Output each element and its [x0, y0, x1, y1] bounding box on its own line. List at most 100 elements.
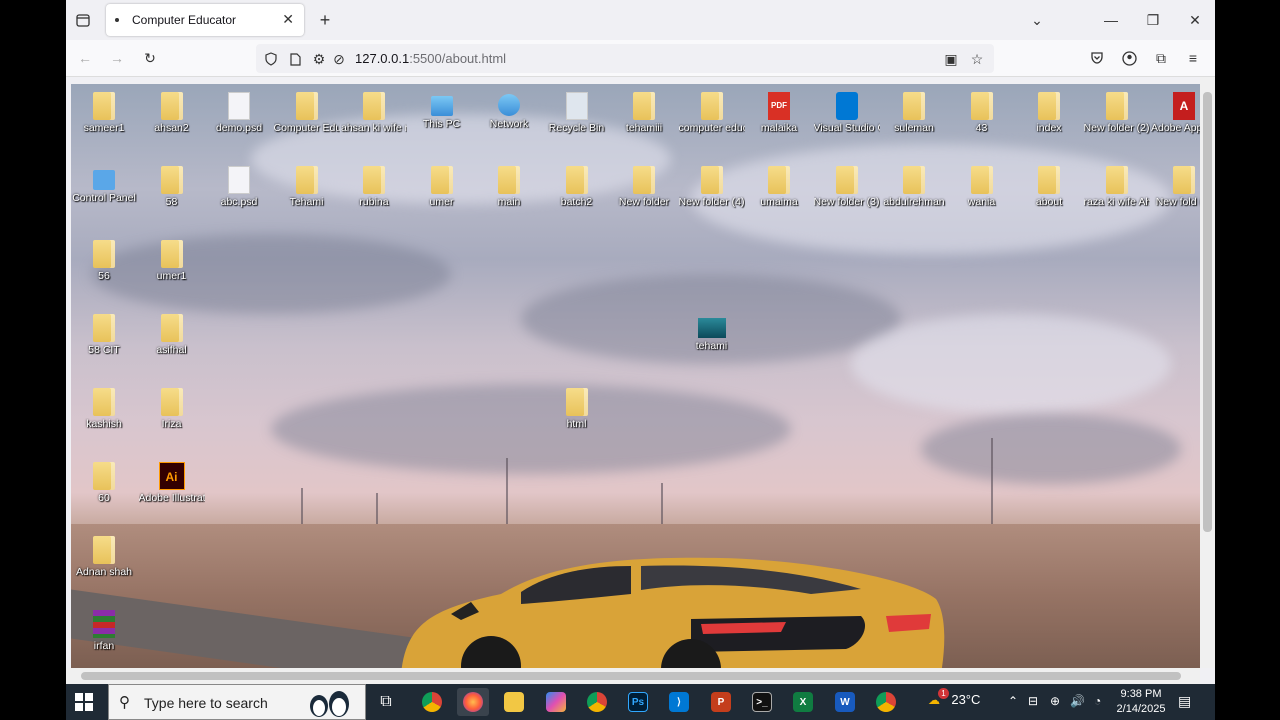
extensions-icon[interactable]: ⧉ — [1152, 49, 1170, 67]
desktop-icon[interactable]: New folder (3) — [814, 158, 880, 224]
desktop-icon[interactable]: sameer1 — [71, 84, 137, 150]
photoshop-icon[interactable]: Ps — [622, 688, 654, 716]
desktop-icon[interactable]: 58 CIT — [71, 306, 137, 372]
desktop-icon[interactable]: New fold (5) — [1151, 158, 1200, 224]
horizontal-scrollbar[interactable] — [66, 668, 1200, 684]
desktop-icon[interactable]: html — [544, 380, 610, 446]
bookmark-star-icon[interactable]: ☆ — [968, 50, 986, 68]
desktop-icon[interactable]: wania — [949, 158, 1015, 224]
desktop-icon[interactable]: computer educator — [679, 84, 745, 150]
windows-start-icon[interactable] — [74, 692, 94, 712]
wifi-icon[interactable]: ◔ — [1094, 694, 1101, 708]
desktop-icon[interactable]: 56 — [71, 232, 137, 298]
clock-date: 2/14/2025 — [1116, 703, 1166, 715]
new-tab-icon[interactable]: + — [316, 10, 334, 30]
desktop-icon[interactable]: asifhal — [139, 306, 205, 372]
chrome-icon[interactable] — [416, 688, 448, 716]
desktop-icon[interactable]: Control Panel — [71, 158, 137, 224]
desktop-icon[interactable]: Visual Studio Code — [814, 84, 880, 150]
desktop-icon[interactable]: tehamiii — [611, 84, 677, 150]
desktop-icon[interactable]: Recycle Bin — [544, 84, 610, 150]
task-view-icon[interactable]: ⧉ — [370, 688, 402, 716]
url-path: :5500/about.html — [409, 51, 507, 66]
desktop-icon[interactable]: about — [1016, 158, 1082, 224]
desktop-icon[interactable]: suleman — [881, 84, 947, 150]
account-icon[interactable] — [1120, 49, 1138, 67]
desktop-icon[interactable]: batch2 — [544, 158, 610, 224]
copilot-icon[interactable] — [540, 688, 572, 716]
volume-icon[interactable]: 🔊 — [1070, 694, 1085, 708]
url-text[interactable]: 127.0.0.1:5500/about.html — [355, 51, 506, 66]
desktop-icon[interactable]: A Adobe Applicati... — [1151, 84, 1200, 150]
close-window-icon[interactable]: ✕ — [1186, 11, 1204, 29]
desktop-icon[interactable]: New folder — [611, 158, 677, 224]
desktop-icon[interactable]: PDF malaika — [746, 84, 812, 150]
notification-center-icon[interactable]: ▤ — [1178, 693, 1191, 710]
tab-computer-educator[interactable]: Computer Educator ✕ — [106, 4, 304, 36]
show-hidden-icons-icon[interactable]: ⌃ — [1008, 694, 1018, 708]
desktop-icon-label: tehamiii — [625, 122, 663, 134]
terminal-icon[interactable]: >_ — [746, 688, 778, 716]
file-explorer-icon[interactable] — [498, 688, 530, 716]
desktop-icon[interactable]: ahsan ki wife raza — [341, 84, 407, 150]
desktop-icon[interactable]: ahsan2 — [139, 84, 205, 150]
desktop-icon[interactable]: demo.psd — [206, 84, 272, 150]
desktop-icon[interactable]: umer1 — [139, 232, 205, 298]
desktop-icon[interactable]: 43 — [949, 84, 1015, 150]
desktop-icon[interactable]: irfan — [71, 602, 137, 668]
back-icon[interactable]: ← — [76, 49, 94, 67]
powerpoint-icon[interactable]: P — [705, 688, 737, 716]
chevron-down-icon[interactable]: ⌄ — [1028, 11, 1046, 29]
vscode-icon[interactable]: ⟩ — [663, 688, 695, 716]
desktop-icon[interactable]: Network — [476, 84, 542, 150]
pocket-icon[interactable] — [1088, 49, 1106, 67]
firefox-icon[interactable] — [457, 688, 489, 716]
word-icon[interactable]: W — [829, 688, 861, 716]
chrome-icon[interactable] — [870, 688, 902, 716]
desktop-icon[interactable]: tehami — [679, 306, 745, 372]
desktop-icon-label: 60 — [98, 492, 110, 504]
desktop-icon[interactable]: rubina — [341, 158, 407, 224]
desktop-icon[interactable]: umaima — [746, 158, 812, 224]
desktop-icon[interactable]: New folder (4) — [679, 158, 745, 224]
reload-icon[interactable]: ↻ — [141, 49, 159, 67]
permissions-icon[interactable]: ⚙ — [310, 50, 328, 68]
desktop-icon[interactable]: Ai Adobe Illustrat... — [139, 454, 205, 520]
chrome-icon[interactable] — [581, 688, 613, 716]
vertical-scrollbar[interactable] — [1200, 77, 1215, 668]
desktop-icon[interactable]: index — [1016, 84, 1082, 150]
url-bar[interactable]: ⚙ ⊘ 127.0.0.1:5500/about.html ▣ ☆ — [256, 44, 994, 73]
meet-now-icon[interactable]: ⊕ — [1050, 694, 1060, 708]
desktop-icon[interactable]: This PC — [409, 84, 475, 150]
desktop-icon[interactable]: kashish — [71, 380, 137, 446]
close-tab-icon[interactable]: ✕ — [282, 11, 294, 28]
desktop-icon[interactable]: umer — [409, 158, 475, 224]
desktop-icon[interactable]: main — [476, 158, 542, 224]
desktop-icon[interactable]: Iriza — [139, 380, 205, 446]
desktop-icon[interactable]: raza ki wife Ahsan — [1084, 158, 1150, 224]
weather-widget[interactable]: ☁ 1 23°C — [928, 688, 980, 707]
desktop-icon[interactable]: Computer Educator — [274, 84, 340, 150]
clock[interactable]: 9:38 PM 2/14/2025 — [1116, 687, 1166, 717]
vertical-scroll-thumb[interactable] — [1203, 92, 1212, 532]
restore-icon[interactable]: ❐ — [1144, 11, 1162, 29]
page-icon[interactable] — [286, 50, 304, 68]
reader-view-icon[interactable]: ▣ — [942, 50, 960, 68]
taskbar-search-box[interactable]: ⚲ Type here to search — [108, 684, 366, 720]
desktop-icon[interactable]: New folder (2) — [1084, 84, 1150, 150]
desktop-icon[interactable]: abdulrehman — [881, 158, 947, 224]
horizontal-scroll-thumb[interactable] — [81, 672, 1181, 680]
desktop-icon[interactable]: Adnan shah — [71, 528, 137, 594]
minimize-icon[interactable]: — — [1102, 11, 1120, 29]
desktop-icon[interactable]: 58 — [139, 158, 205, 224]
excel-icon[interactable]: X — [787, 688, 819, 716]
shield-icon[interactable] — [262, 50, 280, 68]
tracking-off-icon[interactable]: ⊘ — [330, 50, 348, 68]
desktop-icon[interactable]: Tehami — [274, 158, 340, 224]
forward-icon[interactable]: → — [108, 49, 126, 67]
menu-icon[interactable]: ≡ — [1184, 49, 1202, 67]
desktop-icon[interactable]: abc.psd — [206, 158, 272, 224]
desktop-icon[interactable]: 60 — [71, 454, 137, 520]
network-tray-icon[interactable]: ⊟ — [1028, 694, 1038, 708]
tab-list-icon[interactable] — [74, 11, 92, 29]
